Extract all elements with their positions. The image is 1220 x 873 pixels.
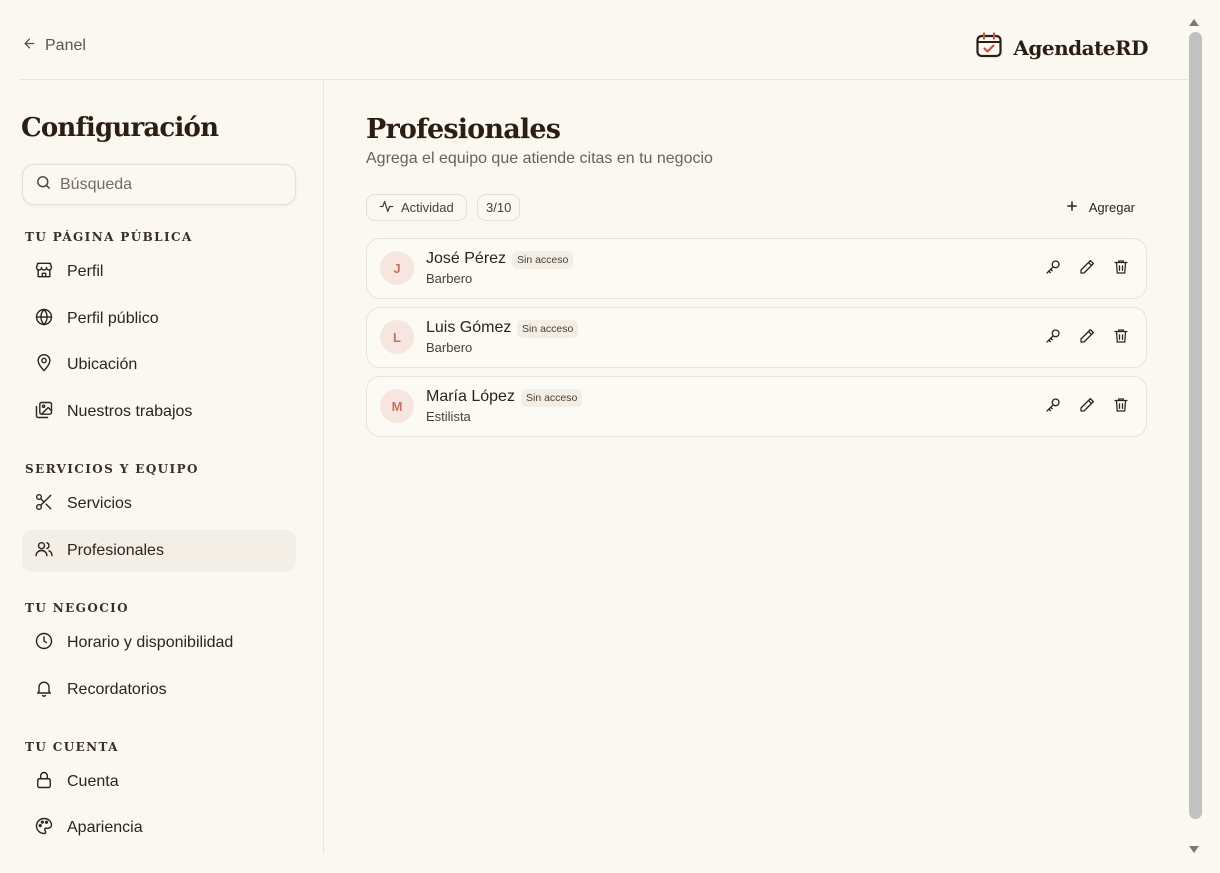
map-pin-icon [34,353,54,378]
sidebar-item-cuenta[interactable]: Cuenta [22,761,296,803]
back-label: Panel [45,37,86,54]
key-icon[interactable] [1044,327,1062,345]
avatar: M [380,389,414,423]
sidebar-item-horario[interactable]: Horario y disponibilidad [22,622,296,664]
access-badge: Sin acceso [521,389,583,407]
brand[interactable]: AgendateRD [975,31,1148,64]
clock-icon [34,631,54,656]
count-badge: 3/10 [477,194,521,221]
scrollbar-thumb[interactable] [1189,32,1202,819]
search-input[interactable] [60,175,260,194]
sidebar-item-servicios[interactable]: Servicios [22,483,296,525]
professional-card[interactable]: L Luis Gómez Sin acceso Barbero [366,307,1147,368]
avatar: J [380,251,414,285]
sidebar-item-nuestros-trabajos[interactable]: Nuestros trabajos [22,391,296,433]
lock-icon [34,770,54,795]
trash-icon[interactable] [1112,327,1130,345]
activity-button[interactable]: Actividad [366,194,467,221]
sidebar-item-label: Profesionales [67,542,164,559]
store-icon [34,260,54,285]
sidebar-item-ubicacion[interactable]: Ubicación [22,344,296,386]
brand-name: AgendateRD [1013,35,1148,60]
page-title: Profesionales [366,114,561,145]
sidebar-title: Configuración [21,113,219,143]
section-label-public-page: Tu página pública [25,230,193,244]
top-bar: Panel AgendateRD [20,0,1190,80]
card-actions [1044,258,1130,276]
search-icon [35,174,52,196]
professional-card[interactable]: J José Pérez Sin acceso Barbero [366,238,1147,299]
settings-sidebar: Configuración Tu página pública Perfil P… [20,80,324,853]
access-badge: Sin acceso [517,320,579,338]
trash-icon[interactable] [1112,396,1130,414]
activity-label: Actividad [401,200,454,215]
section-label-account: Tu cuenta [25,740,119,754]
professional-name: María López [426,388,515,405]
section-label-services-team: Servicios y equipo [25,462,199,476]
professional-card[interactable]: M María López Sin acceso Estilista [366,376,1147,437]
pencil-icon[interactable] [1078,327,1096,345]
sidebar-item-perfil-publico[interactable]: Perfil público [22,298,296,340]
professional-role: Barbero [426,271,473,286]
images-icon [34,400,54,425]
globe-icon [34,307,54,332]
pencil-icon[interactable] [1078,258,1096,276]
palette-icon [34,816,54,841]
avatar: L [380,320,414,354]
trash-icon[interactable] [1112,258,1130,276]
professional-name: José Pérez [426,250,507,267]
add-professional-button[interactable]: Agregar [1053,192,1147,222]
scroll-down-arrow[interactable] [1189,846,1199,853]
users-icon [34,539,54,564]
sidebar-item-label: Perfil [67,263,104,280]
section-label-business: Tu negocio [25,601,130,615]
sidebar-item-label: Ubicación [67,356,138,373]
calendar-check-logo-icon [975,31,1003,64]
card-actions [1044,396,1130,414]
sidebar-item-label: Horario y disponibilidad [67,634,234,651]
sidebar-item-label: Servicios [67,495,132,512]
sidebar-item-profesionales[interactable]: Profesionales [22,530,296,572]
sidebar-item-label: Nuestros trabajos [67,403,193,420]
key-icon[interactable] [1044,258,1062,276]
plus-icon [1065,199,1079,216]
count-label: 3/10 [486,200,512,215]
pencil-icon[interactable] [1078,396,1096,414]
card-actions [1044,327,1130,345]
professional-role: Estilista [426,409,471,424]
add-label: Agregar [1088,199,1135,215]
sidebar-item-label: Perfil público [67,310,159,327]
sidebar-item-label: Cuenta [67,773,119,790]
access-badge: Sin acceso [512,251,574,269]
sidebar-item-label: Recordatorios [67,681,167,698]
back-to-panel-link[interactable]: Panel [22,36,86,56]
key-icon[interactable] [1044,396,1062,414]
sidebar-item-label: Apariencia [67,819,143,836]
professional-name: Luis Gómez [426,319,512,336]
scroll-up-arrow[interactable] [1189,19,1199,26]
sidebar-item-perfil[interactable]: Perfil [22,251,296,293]
sidebar-item-recordatorios[interactable]: Recordatorios [22,669,296,711]
professional-role: Barbero [426,340,473,355]
search-box[interactable] [22,164,296,205]
scissors-icon [34,492,54,517]
settings-page: Panel AgendateRD Configuración Tu pági [0,0,1220,873]
sidebar-item-apariencia[interactable]: Apariencia [22,807,296,849]
activity-icon [379,199,394,217]
bell-icon [34,678,54,703]
arrow-left-icon [22,36,37,56]
page-subtitle: Agrega el equipo que atiende citas en tu… [366,150,713,167]
